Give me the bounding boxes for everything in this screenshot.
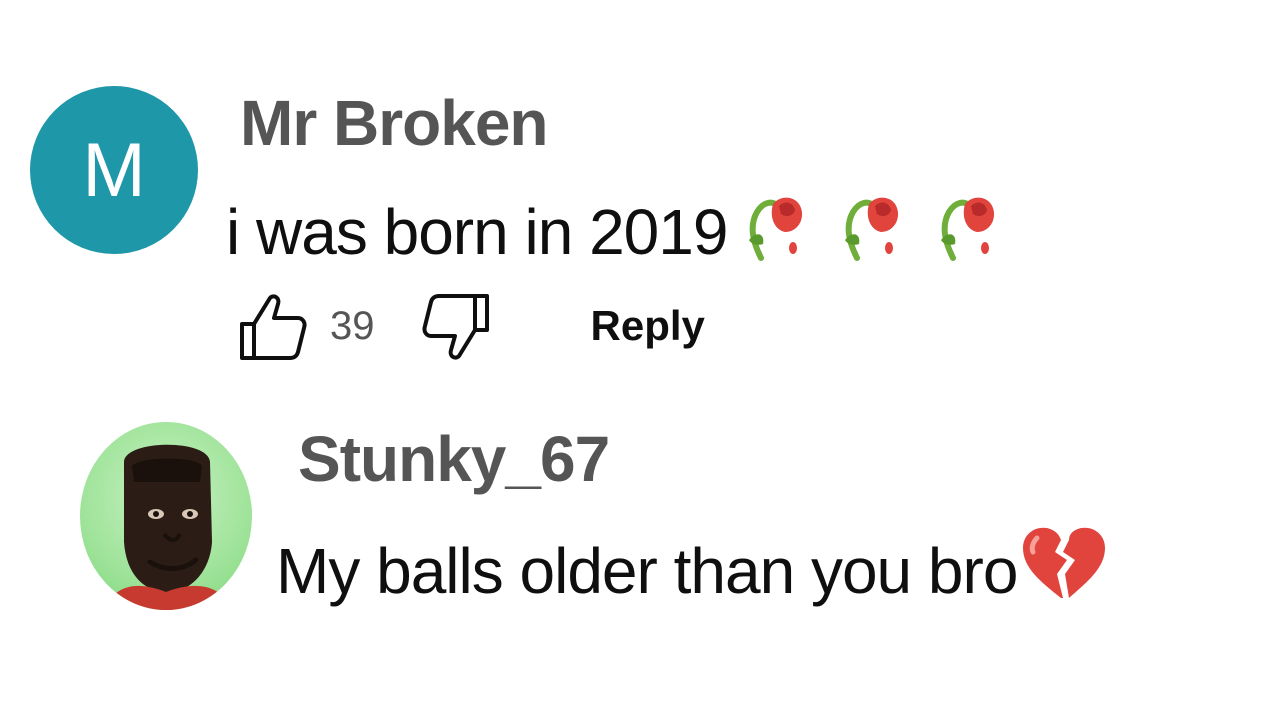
avatar[interactable] [80,422,252,610]
comment-author[interactable]: Stunky_67 [298,422,610,496]
comment-text-row: My balls older than you bro [276,524,1106,617]
comment-1: M Mr Broken i was born in 2019 39 Reply [0,0,1280,380]
comment-2: Stunky_67 My balls older than you bro [0,400,1280,700]
comment-actions: 39 Reply [236,290,705,362]
wilted-rose-icon [743,186,809,277]
thumbs-down-icon [422,294,489,360]
avatar-letter: M [30,86,198,254]
profile-photo [104,444,232,610]
like-button[interactable] [236,290,308,362]
dislike-button[interactable] [421,290,493,362]
comment-text: My balls older than you bro [276,534,1018,607]
broken-heart-icon [1019,524,1106,617]
like-count: 39 [330,303,375,348]
reply-button[interactable]: Reply [591,302,705,350]
wilted-rose-icon [839,186,905,277]
comment-text-row: i was born in 2019 [226,186,1001,277]
thumbs-up-icon [240,294,307,360]
comment-text: i was born in 2019 [226,195,728,268]
avatar[interactable]: M [30,86,198,254]
comment-author[interactable]: Mr Broken [240,86,548,160]
wilted-rose-icon [935,186,1001,277]
